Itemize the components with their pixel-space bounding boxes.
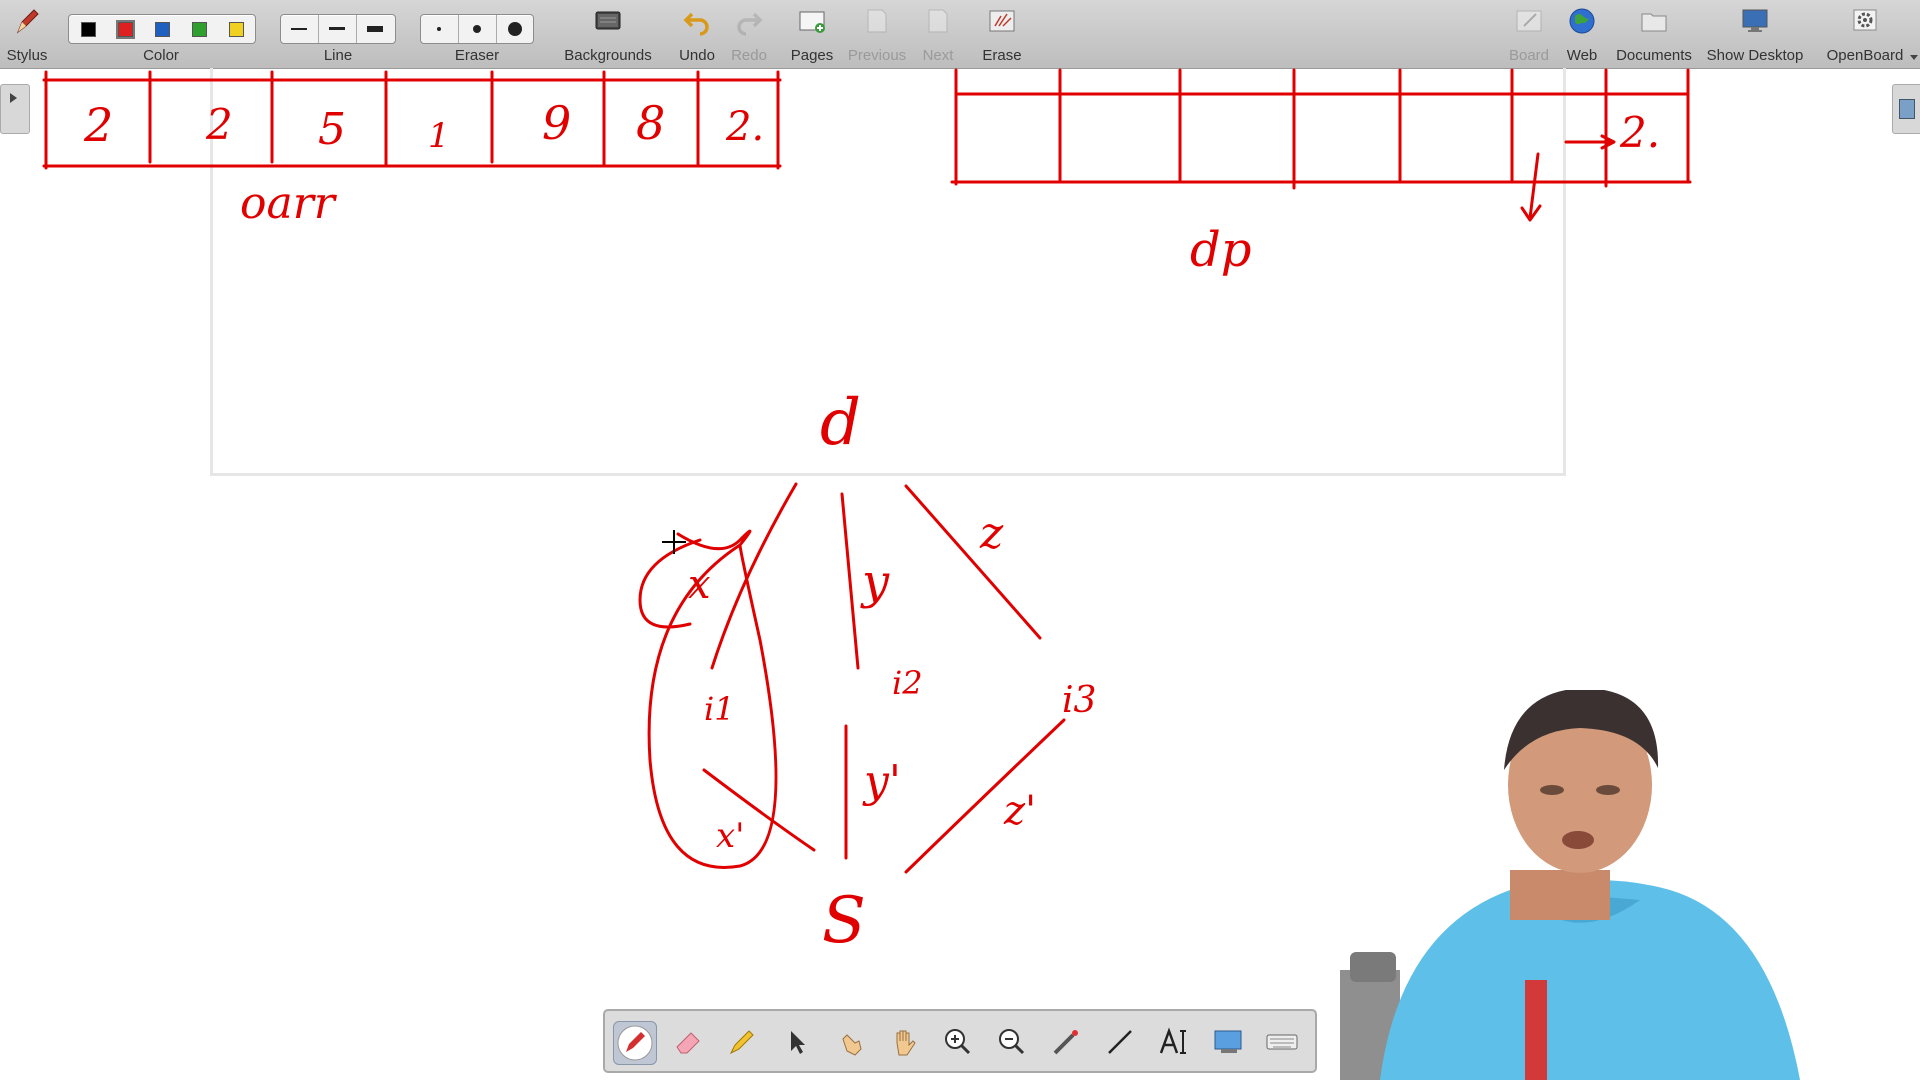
line-tool-button[interactable] (1099, 1021, 1141, 1063)
laser-pointer-tool-button[interactable] (1045, 1021, 1087, 1063)
hand-icon (896, 1030, 916, 1056)
graph-edges (638, 482, 1066, 874)
line-icon (1108, 1030, 1132, 1054)
zoom-in-icon (945, 1029, 971, 1055)
pointing-hand-icon (842, 1034, 862, 1056)
capture-tool-button[interactable] (1207, 1021, 1249, 1063)
hand-tool-button[interactable] (883, 1021, 925, 1063)
text-tool-button[interactable] (1153, 1021, 1195, 1063)
pen-icon (617, 1025, 653, 1061)
dp-table-grid (950, 68, 1692, 222)
keyboard-icon (1266, 1034, 1298, 1050)
zoom-out-tool-button[interactable] (991, 1021, 1033, 1063)
selector-tool-button[interactable] (775, 1021, 817, 1063)
text-icon (1159, 1027, 1186, 1054)
arr-table-grid (42, 70, 782, 170)
stylus-palette (603, 1009, 1317, 1073)
pen-tool-button[interactable] (613, 1021, 657, 1065)
presenter-webcam (1340, 690, 1920, 1080)
laser-pointer-icon (1053, 1030, 1078, 1055)
highlighter-tool-button[interactable] (721, 1021, 763, 1063)
eraser-tool-button[interactable] (667, 1021, 709, 1063)
interact-tool-button[interactable] (829, 1021, 871, 1063)
eraser-icon (676, 1032, 700, 1054)
virtual-keyboard-button[interactable] (1261, 1021, 1303, 1063)
highlighter-icon (729, 1030, 754, 1055)
cursor-arrow-icon (791, 1031, 805, 1054)
zoom-out-icon (999, 1029, 1025, 1055)
zoom-in-tool-button[interactable] (937, 1021, 979, 1063)
crosshair-cursor-icon (662, 530, 686, 554)
screen-capture-icon (1214, 1030, 1242, 1053)
